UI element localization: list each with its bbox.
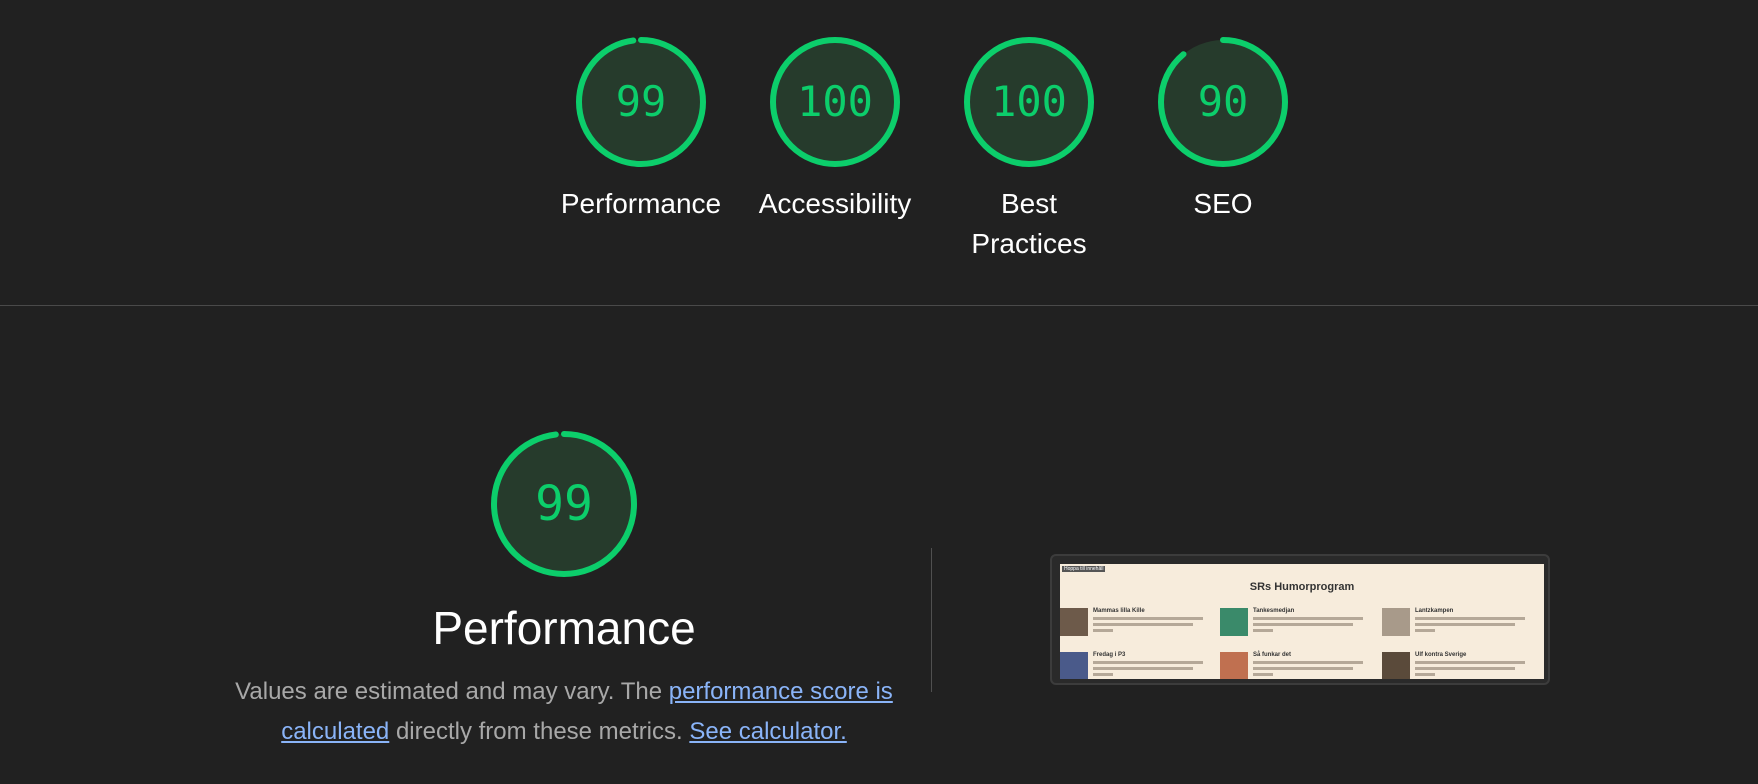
screenshot-skip-link: Hoppa till innehåll bbox=[1062, 566, 1106, 572]
program-name: Tankesmedjan bbox=[1253, 608, 1295, 614]
program-text-line bbox=[1253, 661, 1363, 664]
program-text-line bbox=[1415, 617, 1525, 620]
final-screenshot[interactable]: Hoppa till innehåll SRs Humorprogram Mam… bbox=[1050, 554, 1550, 685]
screenshot-title: SRs Humorprogram bbox=[1249, 581, 1355, 593]
program-text-line bbox=[1253, 617, 1363, 620]
gauge-score: 100 bbox=[797, 77, 873, 126]
gauge-score: 99 bbox=[616, 77, 667, 126]
program-text-line bbox=[1415, 661, 1525, 664]
program-text-line bbox=[1253, 623, 1353, 626]
program-thumbnail bbox=[1382, 652, 1410, 679]
gauge-ring: 90 bbox=[1158, 37, 1288, 167]
performance-score: 99 bbox=[535, 476, 593, 532]
gauge-accessibility[interactable]: 100 Accessibility bbox=[745, 36, 925, 224]
gauge-score: 90 bbox=[1198, 77, 1249, 126]
screenshot-program-item: Fredag i P3 bbox=[1060, 652, 1215, 679]
program-thumbnail bbox=[1220, 608, 1248, 636]
see-calculator-link[interactable]: See calculator. bbox=[689, 718, 846, 745]
program-thumbnail bbox=[1060, 652, 1088, 679]
program-text-line bbox=[1415, 673, 1435, 676]
gauge-performance[interactable]: 99 Performance bbox=[551, 36, 731, 224]
gauge-label: Accessibility bbox=[758, 188, 912, 219]
program-thumbnail bbox=[1220, 652, 1248, 679]
program-text-line bbox=[1253, 667, 1353, 670]
screenshot-program-item: Lantzkampen bbox=[1382, 608, 1537, 648]
screenshot-program-item: Tankesmedjan bbox=[1220, 608, 1375, 648]
gauge-best-practices[interactable]: 100 Best Practices bbox=[939, 36, 1119, 264]
screenshot-page: Hoppa till innehåll SRs Humorprogram Mam… bbox=[1060, 564, 1544, 679]
program-text-line bbox=[1415, 667, 1515, 670]
performance-gauge: 99 bbox=[491, 431, 637, 577]
program-text-line bbox=[1415, 623, 1515, 626]
gauge-score: 100 bbox=[991, 77, 1067, 126]
desc-prefix: Values are estimated and may vary. The bbox=[235, 678, 669, 705]
performance-title: Performance bbox=[432, 602, 696, 654]
program-text-line bbox=[1093, 661, 1203, 664]
section-divider bbox=[0, 305, 1758, 306]
program-text-line bbox=[1093, 617, 1203, 620]
gauge-ring: 99 bbox=[576, 37, 706, 167]
program-name: Lantzkampen bbox=[1415, 608, 1454, 614]
gauge-ring: 100 bbox=[770, 37, 900, 167]
program-text-line bbox=[1093, 629, 1113, 632]
program-text-line bbox=[1093, 673, 1113, 676]
gauge-label: Performance bbox=[560, 188, 722, 219]
gauge-label: SEO bbox=[1193, 188, 1253, 219]
category-scores: 99 Performance 100 Accessibility 100 Bes… bbox=[0, 0, 1758, 305]
gauge-ring: 100 bbox=[964, 37, 1094, 167]
performance-description: Values are estimated and may vary. The p… bbox=[224, 672, 904, 752]
program-name: Ulf kontra Sverige bbox=[1415, 652, 1467, 658]
gauge-label: Best Practices bbox=[971, 188, 1087, 259]
desc-middle: directly from these metrics. bbox=[389, 718, 690, 745]
program-text-line bbox=[1093, 623, 1193, 626]
vertical-separator bbox=[931, 548, 932, 692]
performance-section: 99 Performance Values are estimated and … bbox=[224, 430, 904, 752]
program-thumbnail bbox=[1382, 608, 1410, 636]
program-name: Fredag i P3 bbox=[1093, 652, 1126, 658]
program-text-line bbox=[1415, 629, 1435, 632]
program-text-line bbox=[1253, 629, 1273, 632]
program-thumbnail bbox=[1060, 608, 1088, 636]
screenshot-program-item: Mammas lilla Kille bbox=[1060, 608, 1215, 648]
program-text-line bbox=[1253, 673, 1273, 676]
gauge-seo[interactable]: 90 SEO bbox=[1133, 36, 1313, 224]
screenshot-program-item: Ulf kontra Sverige bbox=[1382, 652, 1537, 679]
program-text-line bbox=[1093, 667, 1193, 670]
program-name: Mammas lilla Kille bbox=[1093, 608, 1145, 614]
screenshot-program-item: Så funkar det bbox=[1220, 652, 1375, 679]
program-name: Så funkar det bbox=[1253, 652, 1292, 658]
